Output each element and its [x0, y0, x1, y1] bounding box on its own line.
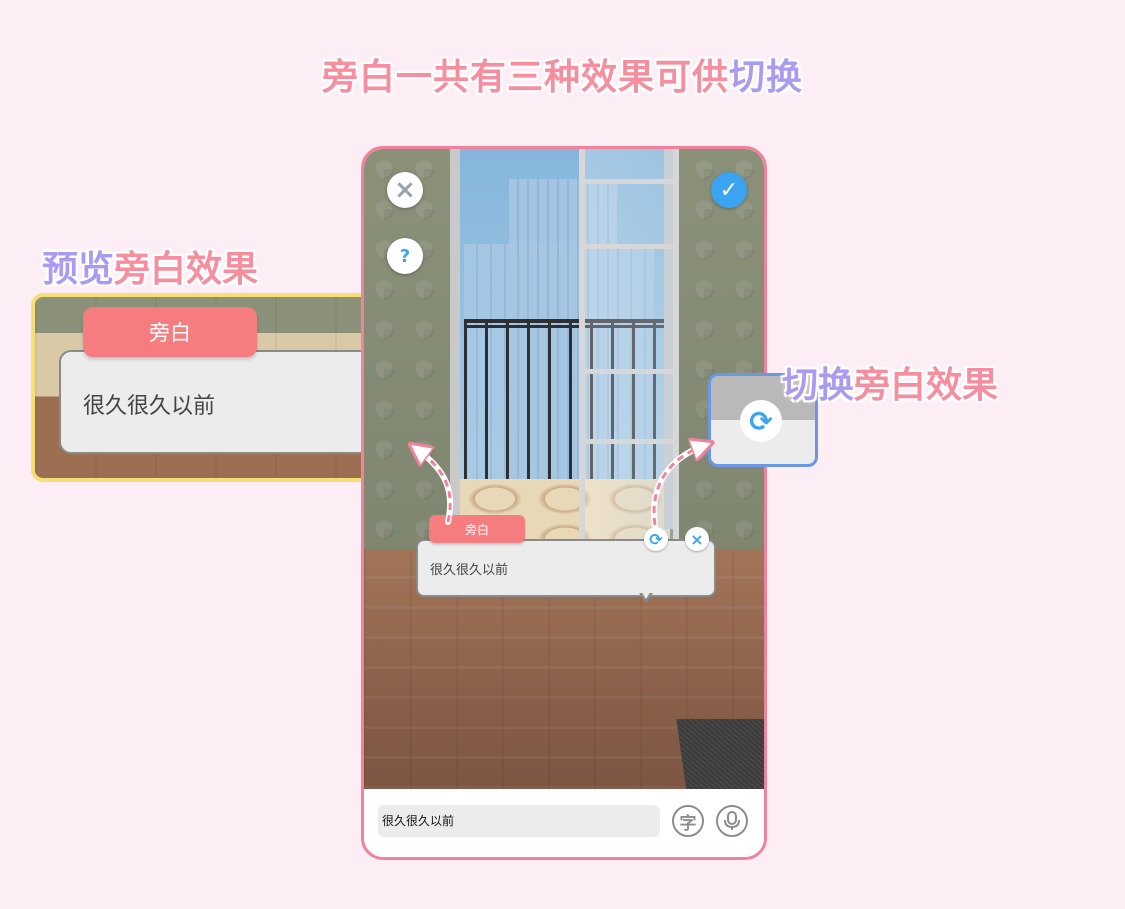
- rug: [676, 719, 764, 789]
- door-bar: [579, 369, 679, 374]
- switch-callout-label: 切换旁白效果: [782, 356, 998, 408]
- swap-icon: ⟳: [649, 529, 663, 549]
- door-bar: [579, 244, 679, 249]
- char-icon: 字: [679, 813, 697, 834]
- close-icon: ×: [394, 175, 416, 205]
- narration-text: 很久很久以前: [430, 563, 509, 578]
- switch-callout-rest: 旁白效果: [854, 365, 999, 406]
- page-title-main: 旁白一共有三种效果可供: [321, 57, 729, 98]
- bubble-tail-inner: [641, 591, 651, 599]
- check-icon: ✓: [719, 177, 739, 203]
- page-title-highlight: 切换: [729, 57, 804, 98]
- door-bar: [579, 439, 679, 444]
- help-button[interactable]: ?: [387, 238, 423, 274]
- switch-callout-prefix: 切换: [782, 365, 855, 406]
- open-door: [579, 149, 679, 569]
- door-bar: [579, 179, 679, 184]
- text-style-button[interactable]: 字: [672, 805, 704, 837]
- microphone-icon: [724, 811, 740, 830]
- voice-button[interactable]: [716, 805, 748, 837]
- input-bar: 很久很久以前 字: [364, 789, 764, 857]
- window-frame-left: [450, 149, 460, 529]
- preview-text: 很久很久以前: [83, 394, 216, 419]
- confirm-button[interactable]: ✓: [711, 172, 747, 208]
- page-title: 旁白一共有三种效果可供切换: [0, 48, 1125, 100]
- preview-tab: 旁白: [83, 307, 257, 357]
- narration-label: 旁白: [429, 515, 525, 543]
- preview-callout-prefix: 预览: [42, 249, 115, 290]
- narration-input[interactable]: 很久很久以前: [378, 805, 660, 837]
- narration-bubble[interactable]: 很久很久以前: [416, 539, 716, 597]
- preview-callout-rest: 旁白效果: [114, 249, 259, 290]
- swap-icon: ⟳: [740, 400, 782, 442]
- remove-narration-button[interactable]: ×: [685, 527, 709, 551]
- close-button[interactable]: ×: [387, 172, 423, 208]
- close-icon: ×: [690, 529, 704, 549]
- help-icon: ?: [399, 245, 411, 267]
- phone-frame: × ✓ ? 很久很久以前 旁白 ⟳ × 很久很久以前 字: [361, 146, 767, 860]
- scene-view: × ✓ ? 很久很久以前 旁白 ⟳ ×: [364, 149, 764, 789]
- switch-effect-button[interactable]: ⟳: [644, 527, 668, 551]
- preview-callout-label: 预览旁白效果: [42, 240, 258, 292]
